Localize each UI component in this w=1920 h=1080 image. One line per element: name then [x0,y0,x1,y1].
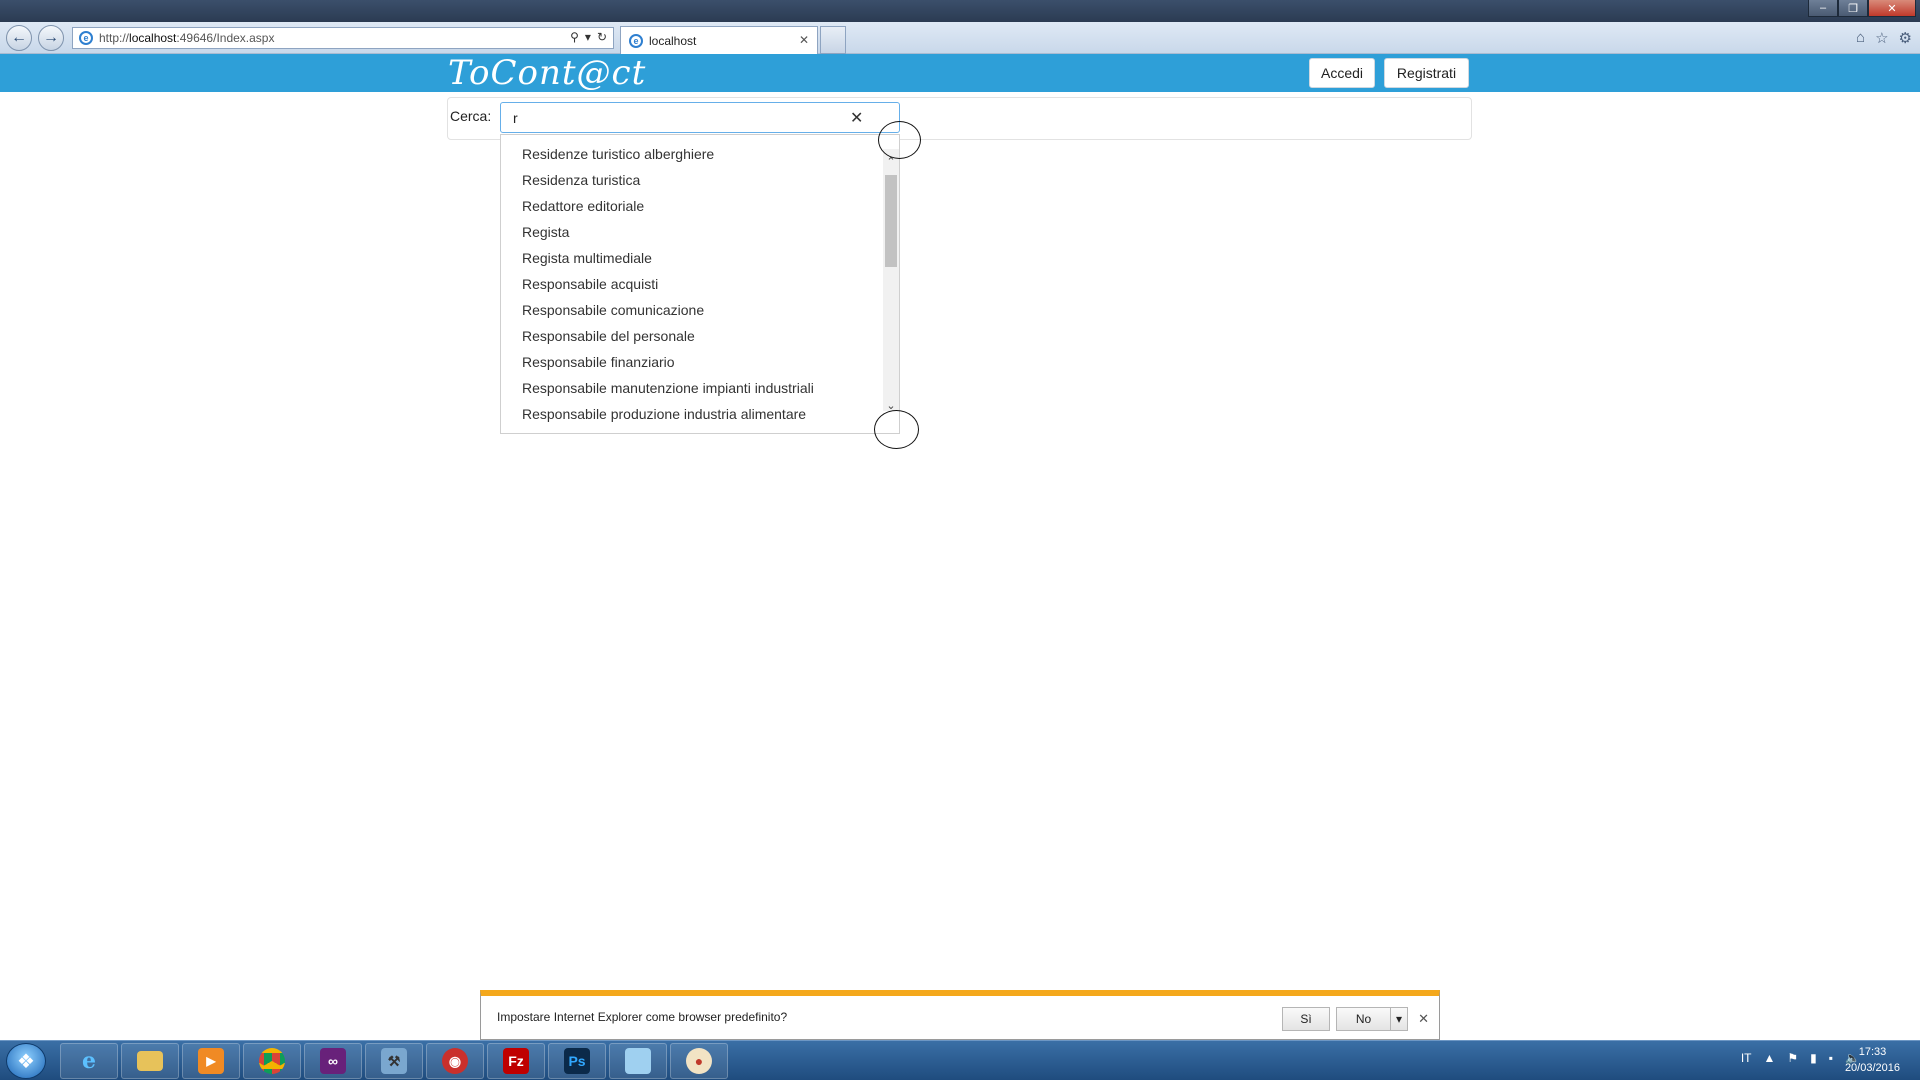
autocomplete-dropdown: Residenze turistico alberghiere Residenz… [500,134,900,434]
address-bar[interactable]: e http://localhost:49646/Index.aspx ⚲ ▾ … [72,27,614,49]
action-center-flag-icon[interactable]: ⚑ [1787,1051,1798,1065]
login-button[interactable]: Accedi [1309,58,1375,88]
favorites-star-icon[interactable]: ☆ [1875,29,1888,47]
suggestion-item[interactable]: Responsabile finanziario [501,349,899,375]
notification-text: Impostare Internet Explorer come browser… [497,1010,788,1024]
search-input[interactable] [500,102,900,133]
notification-dropdown-icon[interactable]: ▾ [1390,1007,1408,1031]
paint-icon[interactable]: ● [670,1043,728,1079]
dropdown-arrow-icon[interactable]: ▾ [585,30,591,44]
settings-gear-icon[interactable]: ⚙ [1899,29,1912,47]
restore-icon[interactable]: ❐ [1838,0,1868,17]
suggestion-item[interactable]: Residenza turistica [501,167,899,193]
notification-yes-button[interactable]: Sì [1282,1007,1330,1031]
device-icon[interactable]: ▮ [1810,1051,1817,1065]
suggestion-item[interactable]: Responsabile acquisti [501,271,899,297]
photoshop-icon[interactable]: Ps [548,1043,606,1079]
refresh-icon[interactable]: ↻ [597,30,607,44]
browser-tab[interactable]: e localhost ✕ [620,26,818,54]
ie-page-icon: e [79,31,93,45]
clear-search-icon[interactable]: ✕ [850,108,863,128]
back-icon[interactable]: ← [6,25,32,51]
visual-studio-icon[interactable]: ∞ [304,1043,362,1079]
ie-icon[interactable]: e [60,1043,118,1079]
suggestion-item[interactable]: Responsabile comunicazione [501,297,899,323]
home-icon[interactable]: ⌂ [1856,29,1865,47]
clock-date: 20/03/2016 [1844,1062,1900,1074]
suggestion-item[interactable]: Regista multimediale [501,245,899,271]
browser-right-tools: ⌂ ☆ ⚙ [1856,29,1912,47]
language-indicator[interactable]: IT [1741,1051,1752,1065]
site-logo[interactable]: ToCont@ct [448,54,646,92]
suggestion-item[interactable]: Responsabile produzione industria alimen… [501,401,899,427]
tab-title: localhost [649,33,697,48]
annotation-circle-bottom [874,410,919,449]
suggestion-item[interactable]: Responsabile manutenzione impianti indus… [501,375,899,401]
chrome-icon[interactable] [243,1043,301,1079]
tools-icon[interactable]: ⚒ [365,1043,423,1079]
minimize-icon[interactable]: – [1808,0,1838,17]
network-signal-icon[interactable]: ▪ [1829,1051,1833,1065]
close-window-icon[interactable]: ✕ [1868,0,1916,17]
url-text: http://localhost:49646/Index.aspx [99,31,275,45]
tab-close-icon[interactable]: ✕ [799,33,809,47]
suggestion-item[interactable]: Responsabile del personale [501,323,899,349]
notepad-icon[interactable] [609,1043,667,1079]
start-button-icon[interactable]: ❖ [6,1043,46,1079]
antivirus-icon[interactable]: ◉ [426,1043,484,1079]
notification-close-icon[interactable]: ✕ [1418,1011,1429,1027]
filezilla-icon[interactable]: Fz [487,1043,545,1079]
window-controls: – ❐ ✕ [1808,0,1916,17]
system-tray: IT ▲ ⚑ ▮ ▪ 🔈 [1741,1051,1860,1065]
scrollbar-thumb[interactable] [885,175,897,267]
notification-no-button[interactable]: No [1336,1007,1391,1031]
window-titlebar: – ❐ ✕ [0,0,1920,22]
search-icon[interactable]: ⚲ [570,30,579,44]
suggestion-list: Residenze turistico alberghiere Residenz… [501,135,899,427]
site-header: ToCont@ct Accedi Registrati [0,54,1920,92]
show-hidden-icons-icon[interactable]: ▲ [1764,1051,1776,1065]
default-browser-notification: Impostare Internet Explorer come browser… [480,990,1440,1040]
windows-taskbar: ❖ e ▶ ∞ ⚒ ◉ Fz Ps ● IT ▲ ⚑ ▮ ▪ 🔈 17:33 2… [0,1040,1920,1080]
suggestion-item[interactable]: Regista [501,219,899,245]
register-button[interactable]: Registrati [1384,58,1469,88]
media-player-icon[interactable]: ▶ [182,1043,240,1079]
address-tools: ⚲ ▾ ↻ [570,30,607,44]
clock-time: 17:33 [1858,1046,1887,1058]
suggestion-item[interactable]: Residenze turistico alberghiere [501,141,899,167]
search-label: Cerca: [450,108,492,124]
explorer-icon[interactable] [121,1043,179,1079]
system-clock[interactable]: 17:33 20/03/2016 [1845,1044,1900,1076]
forward-icon[interactable]: → [38,25,64,51]
new-tab-button[interactable] [820,26,846,54]
annotation-circle-top [878,121,921,159]
suggestion-item[interactable]: Redattore editoriale [501,193,899,219]
tab-favicon-icon: e [629,33,643,48]
browser-navbar: ← → e http://localhost:49646/Index.aspx … [0,22,1920,54]
